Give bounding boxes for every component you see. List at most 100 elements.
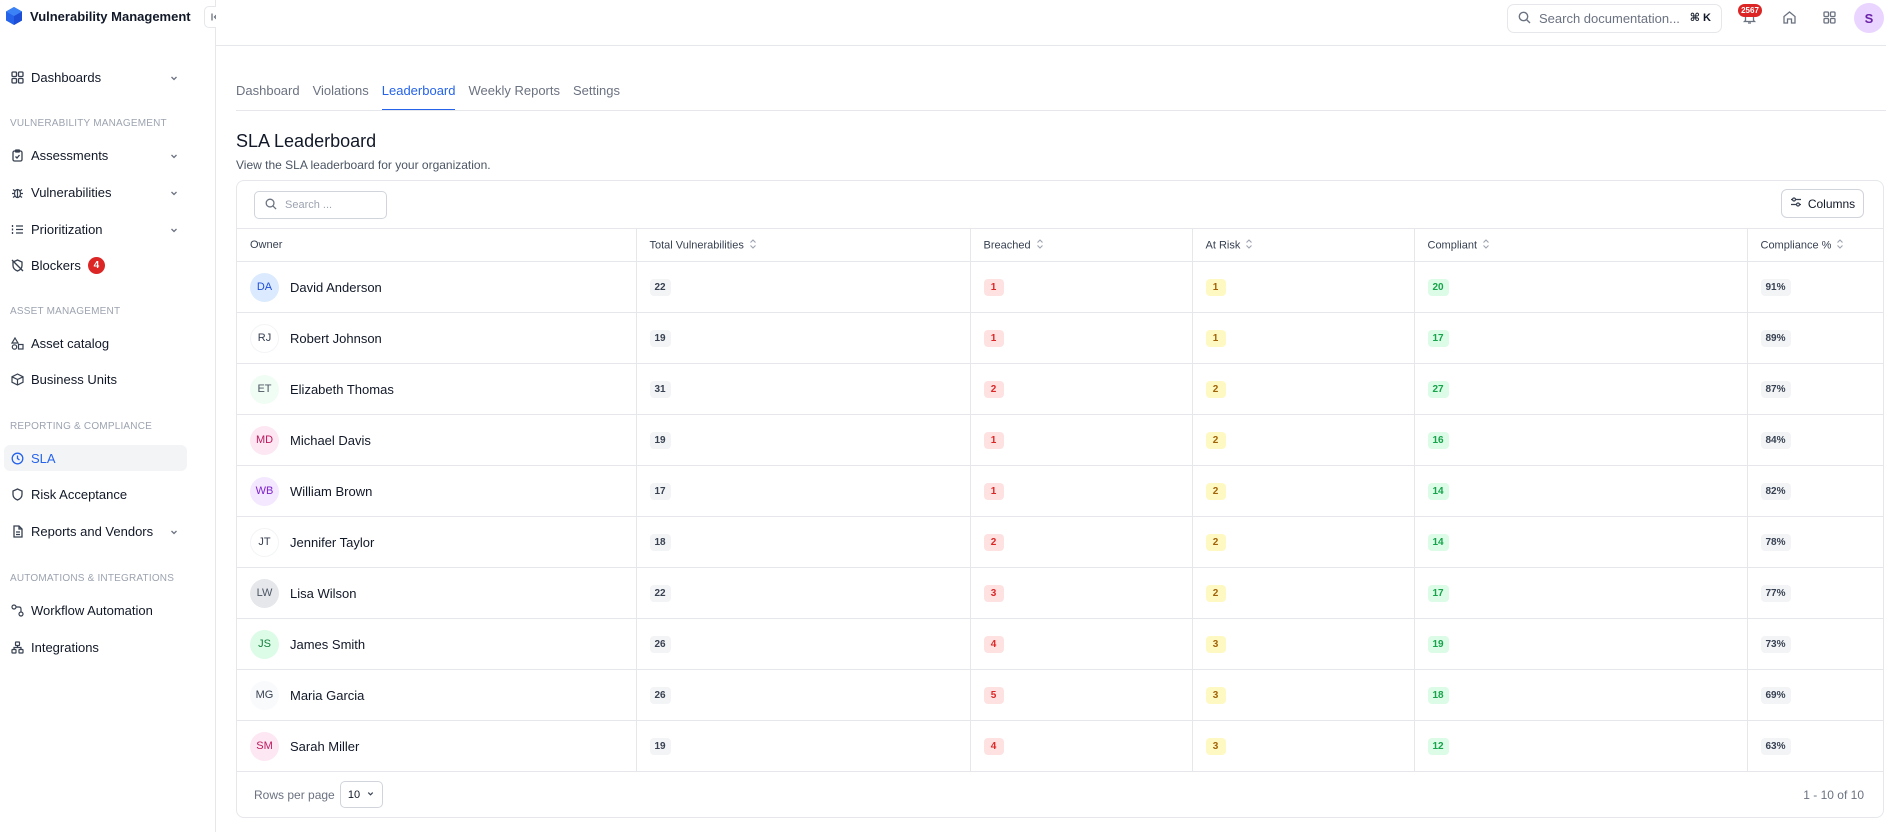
user-avatar[interactable]: S — [1854, 3, 1884, 33]
section-label-asset-management: Asset Management — [10, 306, 121, 317]
sidebar-item-sla[interactable]: SLA — [4, 445, 187, 471]
tab-dashboard[interactable]: Dashboard — [236, 83, 300, 111]
tab-violations[interactable]: Violations — [313, 83, 369, 111]
table-row[interactable]: WB William Brown 17 1 2 14 82% — [237, 465, 1883, 517]
tabs-divider — [236, 110, 1886, 111]
sidebar-item-integrations[interactable]: Integrations — [4, 634, 187, 660]
search-icon — [1518, 11, 1531, 27]
avatar: MG — [250, 680, 279, 710]
page-subtitle: View the SLA leaderboard for your organi… — [236, 158, 491, 172]
owner-name[interactable]: Sarah Miller — [290, 739, 359, 754]
table-row[interactable]: MG Maria Garcia 26 5 3 18 69% — [237, 669, 1883, 721]
table-search-input[interactable] — [285, 199, 375, 211]
breached-badge: 5 — [983, 686, 1004, 704]
breached-badge: 1 — [983, 329, 1004, 347]
owner-name[interactable]: Lisa Wilson — [290, 586, 356, 601]
at-risk-badge: 2 — [1205, 431, 1226, 449]
table-row[interactable]: LW Lisa Wilson 22 3 2 17 77% — [237, 567, 1883, 619]
compliant-cell: 17 — [1413, 312, 1747, 364]
table-row[interactable]: SM Sarah Miller 19 4 3 12 63% — [237, 720, 1883, 772]
at-risk-badge: 3 — [1205, 686, 1226, 704]
sidebar-item-workflow-automation[interactable]: Workflow Automation — [4, 597, 187, 623]
columns-button[interactable]: Columns — [1781, 189, 1864, 218]
sidebar-item-assessments[interactable]: Assessments — [4, 142, 187, 168]
owner-name[interactable]: Robert Johnson — [290, 331, 382, 346]
table-row[interactable]: RJ Robert Johnson 19 1 1 17 89% — [237, 312, 1883, 364]
breached-cell: 1 — [969, 465, 1192, 517]
at-risk-badge: 2 — [1205, 584, 1226, 602]
compliant-badge: 19 — [1427, 635, 1449, 653]
app-title: Vulnerability Management — [30, 8, 191, 24]
sidebar-item-asset-catalog[interactable]: Asset catalog — [4, 330, 187, 356]
at-risk-badge: 2 — [1205, 380, 1226, 398]
owner-cell: WB William Brown — [237, 465, 636, 517]
chevron-down-icon — [169, 186, 179, 201]
avatar: ET — [250, 374, 279, 404]
sidebar-item-business-units[interactable]: Business Units — [4, 366, 187, 392]
compliance-cell: 77% — [1746, 567, 1883, 619]
leaderboard-table: Owner Total Vulnerabilities Breached At … — [237, 228, 1883, 772]
home-button[interactable] — [1776, 6, 1802, 32]
table-row[interactable]: JT Jennifer Taylor 18 2 2 14 78% — [237, 516, 1883, 568]
at-risk-badge: 3 — [1205, 635, 1226, 653]
tab-settings[interactable]: Settings — [573, 83, 620, 111]
header-total-vulnerabilities[interactable]: Total Vulnerabilities — [635, 228, 970, 262]
sidebar-item-label: Dashboards — [31, 69, 102, 85]
at-risk-cell: 1 — [1191, 261, 1414, 313]
owner-name[interactable]: Elizabeth Thomas — [290, 382, 394, 397]
owner-name[interactable]: Michael Davis — [290, 433, 371, 448]
sidebar-item-label: SLA — [31, 450, 56, 466]
rows-per-page-select[interactable]: 10 — [340, 781, 383, 808]
owner-name[interactable]: Jennifer Taylor — [290, 535, 374, 550]
sidebar-item-reports-vendors[interactable]: Reports and Vendors — [4, 518, 187, 544]
total-cell: 26 — [635, 669, 970, 721]
total-cell: 19 — [635, 720, 970, 772]
header-at-risk[interactable]: At Risk — [1191, 228, 1414, 262]
total-badge: 26 — [649, 635, 671, 653]
total-badge: 31 — [649, 380, 671, 398]
sidebar-item-blockers[interactable]: Blockers 4 — [4, 252, 187, 278]
at-risk-badge: 1 — [1205, 278, 1226, 296]
avatar: JT — [250, 527, 279, 557]
tab-weekly-reports[interactable]: Weekly Reports — [468, 83, 560, 111]
table-row[interactable]: ET Elizabeth Thomas 31 2 2 27 87% — [237, 363, 1883, 415]
owner-name[interactable]: William Brown — [290, 484, 372, 499]
owner-name[interactable]: Maria Garcia — [290, 688, 364, 703]
header-owner: Owner — [237, 228, 636, 262]
total-badge: 22 — [649, 584, 671, 602]
file-icon — [10, 524, 24, 538]
apps-button[interactable] — [1816, 6, 1842, 32]
chevron-down-icon — [169, 525, 179, 540]
documentation-search[interactable]: Search documentation... ⌘ K — [1507, 4, 1722, 33]
total-cell: 22 — [635, 567, 970, 619]
header-breached[interactable]: Breached — [969, 228, 1192, 262]
breached-cell: 1 — [969, 414, 1192, 466]
total-cell: 22 — [635, 261, 970, 313]
search-placeholder: Search documentation... — [1539, 11, 1680, 26]
sidebar-item-prioritization[interactable]: Prioritization — [4, 216, 187, 242]
compliance-cell: 63% — [1746, 720, 1883, 772]
total-cell: 17 — [635, 465, 970, 517]
sidebar-item-dashboards[interactable]: Dashboards — [4, 64, 187, 90]
home-icon — [1782, 10, 1797, 28]
table-row[interactable]: DA David Anderson 22 1 1 20 91% — [237, 261, 1883, 313]
compliance-badge: 91% — [1760, 278, 1791, 296]
tab-leaderboard[interactable]: Leaderboard — [381, 83, 456, 111]
owner-name[interactable]: James Smith — [290, 637, 365, 652]
sidebar-item-label: Reports and Vendors — [31, 523, 154, 539]
table-search[interactable] — [254, 191, 387, 219]
brand[interactable]: Vulnerability Management — [6, 5, 191, 27]
sidebar-item-vulnerabilities[interactable]: Vulnerabilities — [4, 179, 187, 205]
total-badge: 19 — [649, 329, 671, 347]
table-row[interactable]: JS James Smith 26 4 3 19 73% — [237, 618, 1883, 670]
table-row[interactable]: MD Michael Davis 19 1 2 16 84% — [237, 414, 1883, 466]
header-compliant[interactable]: Compliant — [1413, 228, 1747, 262]
compliant-badge: 16 — [1427, 431, 1449, 449]
owner-name[interactable]: David Anderson — [290, 280, 382, 295]
avatar: LW — [250, 578, 279, 608]
header-compliance-percent[interactable]: Compliance % — [1746, 228, 1883, 262]
compliance-badge: 73% — [1760, 635, 1791, 653]
sidebar-item-risk-acceptance[interactable]: Risk Acceptance — [4, 481, 187, 507]
at-risk-cell: 2 — [1191, 414, 1414, 466]
at-risk-cell: 2 — [1191, 567, 1414, 619]
